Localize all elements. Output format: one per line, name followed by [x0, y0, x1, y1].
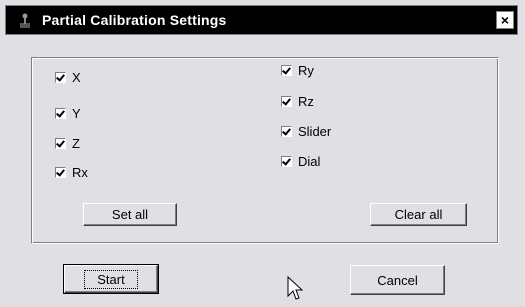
checkbox-dial-box[interactable]	[281, 156, 292, 167]
mouse-cursor-icon	[287, 276, 303, 300]
checkbox-rx-label: Rx	[72, 165, 88, 180]
checkbox-z-label: Z	[72, 136, 80, 151]
checkbox-ry[interactable]: Ry	[281, 63, 314, 78]
partial-calibration-dialog: Partial Calibration Settings × X Y Z Rx …	[0, 0, 525, 307]
checkbox-z-box[interactable]	[55, 138, 66, 149]
checkbox-x-box[interactable]	[55, 72, 66, 83]
cancel-label: Cancel	[377, 272, 418, 288]
checkbox-rz-label: Rz	[298, 94, 314, 109]
checkbox-y[interactable]: Y	[55, 106, 81, 121]
clear-all-label: Clear all	[394, 207, 443, 222]
set-all-label: Set all	[111, 207, 149, 222]
checkbox-z[interactable]: Z	[55, 136, 80, 151]
close-icon: ×	[500, 12, 510, 28]
checkbox-rz[interactable]: Rz	[281, 94, 314, 109]
set-all-button[interactable]: Set all	[83, 203, 177, 226]
checkbox-x-label: X	[72, 70, 81, 85]
checkbox-ry-box[interactable]	[281, 65, 292, 76]
start-label: Start	[84, 269, 138, 289]
checkbox-x[interactable]: X	[55, 70, 81, 85]
start-button[interactable]: Start	[63, 264, 159, 294]
checkbox-slider-box[interactable]	[281, 126, 292, 137]
close-button[interactable]: ×	[496, 11, 514, 29]
title-bar[interactable]: Partial Calibration Settings ×	[5, 5, 518, 35]
checkbox-slider[interactable]: Slider	[281, 124, 331, 139]
window-title: Partial Calibration Settings	[42, 12, 227, 28]
checkbox-rz-box[interactable]	[281, 96, 292, 107]
checkbox-rx-box[interactable]	[55, 167, 66, 178]
cancel-button[interactable]: Cancel	[350, 265, 445, 295]
checkbox-dial[interactable]: Dial	[281, 154, 320, 169]
checkbox-slider-label: Slider	[298, 124, 332, 139]
checkbox-ry-label: Ry	[298, 63, 314, 78]
joystick-icon	[20, 13, 30, 28]
checkbox-y-label: Y	[72, 106, 81, 121]
checkbox-y-box[interactable]	[55, 108, 66, 119]
checkbox-dial-label: Dial	[298, 154, 321, 169]
checkbox-rx[interactable]: Rx	[55, 165, 88, 180]
clear-all-button[interactable]: Clear all	[370, 203, 467, 226]
